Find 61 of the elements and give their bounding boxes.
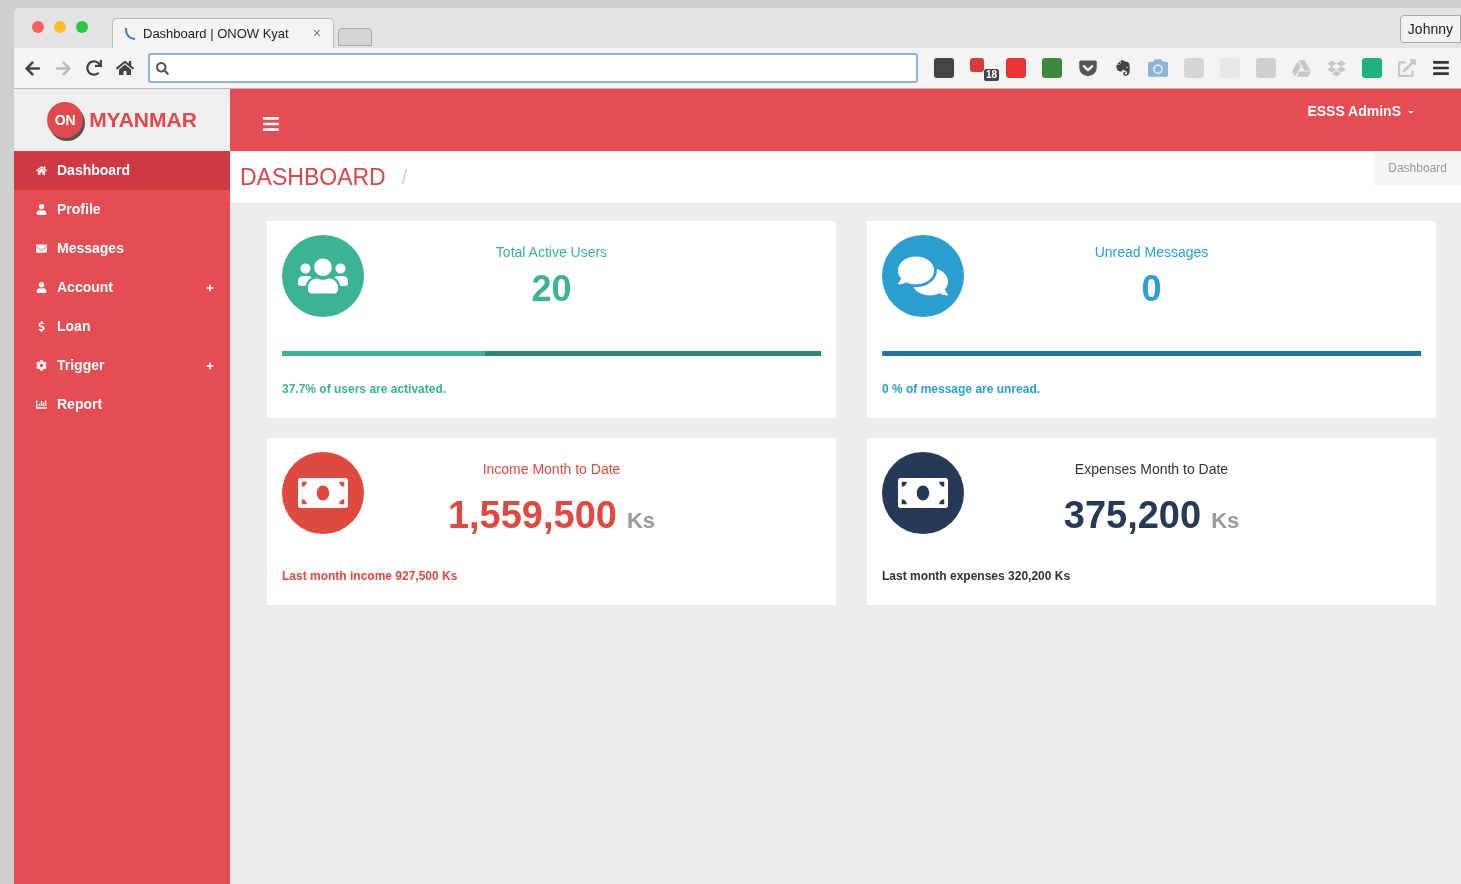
plus-icon[interactable] (206, 283, 214, 292)
page-title: DASHBOARD (240, 162, 386, 192)
card-value: 375,200 (1063, 496, 1202, 534)
gear-icon (36, 360, 47, 371)
sidebar-item[interactable]: Report (14, 385, 230, 424)
menu-icon[interactable] (1432, 59, 1450, 77)
dollar-icon (36, 321, 47, 332)
logo-badge: ON (47, 102, 84, 138)
zoom-window-button[interactable] (76, 21, 88, 33)
forward-icon[interactable] (55, 59, 72, 77)
card-value: 20 (531, 271, 572, 307)
elephant-icon[interactable] (1114, 59, 1132, 77)
close-window-button[interactable] (32, 21, 44, 33)
card-footer: Last month income 927,500 Ks (282, 567, 821, 585)
browser-tab[interactable]: Dashboard | ONOW Kyat × (112, 18, 334, 48)
bar-chart-icon (36, 399, 47, 410)
breadcrumb-separator: / (401, 165, 408, 190)
loading-icon (125, 27, 135, 40)
notification-badge: 18 (984, 69, 1000, 81)
plus-icon[interactable] (206, 361, 214, 370)
envelope-icon (36, 243, 47, 254)
card-title: Total Active Users (495, 243, 608, 262)
address-field[interactable] (148, 53, 918, 83)
home-icon (36, 165, 47, 176)
sidebar-item[interactable]: Profile (14, 190, 230, 229)
new-tab-button[interactable] (338, 28, 372, 46)
home-icon[interactable] (116, 59, 134, 77)
user-icon (36, 282, 47, 293)
sidebar-item[interactable]: Messages (14, 229, 230, 268)
card-footer: 37.7% of users are activated. (282, 380, 821, 398)
extension-icon[interactable] (970, 58, 984, 72)
sidebar-item[interactable]: Account (14, 268, 230, 307)
card-value: 0 (1141, 271, 1162, 307)
card-footer: 0 % of message are unread. (882, 380, 1421, 398)
sidebar-item[interactable]: Dashboard (14, 151, 230, 190)
brand-name: MYANMAR (89, 107, 197, 134)
minimize-window-button[interactable] (54, 21, 66, 33)
sidebar-item[interactable]: Trigger (14, 346, 230, 385)
card-title: Unread Messages (1094, 243, 1209, 262)
card-title: Income Month to Date (482, 460, 621, 479)
user-icon (36, 204, 47, 215)
reload-icon[interactable] (86, 60, 102, 76)
external-link-icon[interactable] (1398, 59, 1416, 77)
camera-icon[interactable] (1148, 58, 1168, 78)
currency-unit: Ks (626, 507, 656, 535)
profile-button[interactable]: Johnny (1399, 15, 1461, 43)
dropbox-icon[interactable] (1327, 58, 1346, 78)
extension-icon[interactable] (1184, 58, 1204, 78)
card-title: Expenses Month to Date (1074, 460, 1229, 479)
currency-unit: Ks (1211, 507, 1240, 535)
breadcrumb-link[interactable]: Dashboard (1374, 151, 1461, 185)
card-footer: Last month expenses 320,200 Ks (882, 567, 1421, 585)
card-value: 1,559,500 (447, 496, 617, 534)
search-icon (156, 61, 169, 75)
drive-icon[interactable] (1292, 58, 1311, 78)
tab-close-button[interactable]: × (312, 23, 321, 44)
back-icon[interactable] (24, 59, 41, 77)
sidebar-item[interactable]: Loan (14, 307, 230, 346)
extension-icon[interactable] (1256, 58, 1276, 78)
user-menu[interactable]: ESSS AdminS (1307, 101, 1415, 122)
pocket-icon[interactable] (1078, 58, 1098, 78)
